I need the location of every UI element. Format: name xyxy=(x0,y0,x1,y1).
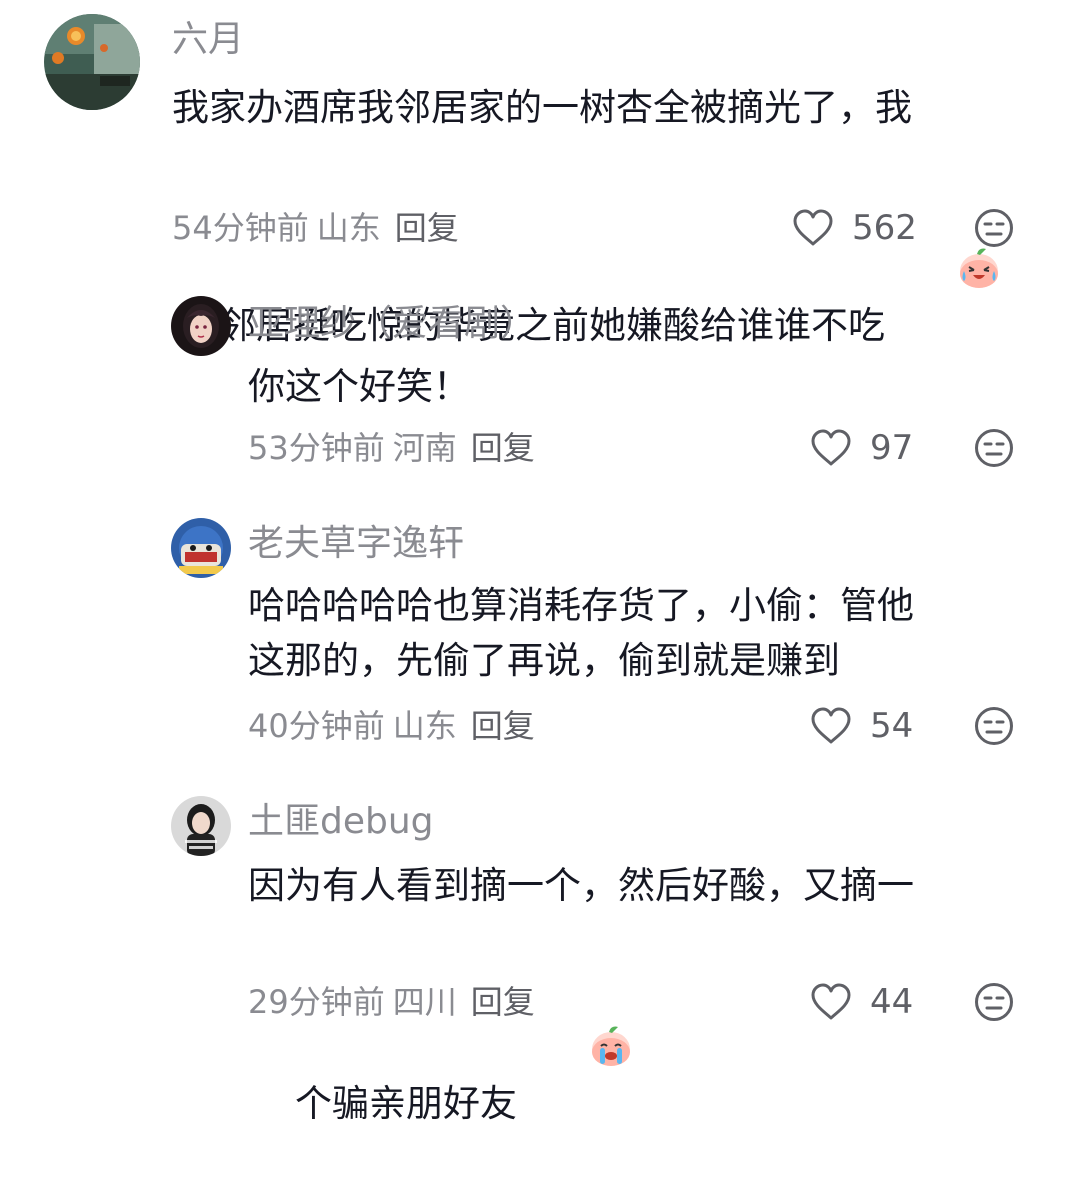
comment-username[interactable]: 六月 xyxy=(172,18,244,62)
heart-outline-icon xyxy=(811,983,851,1020)
comment-text-span: 个骗亲朋好友 xyxy=(295,1082,518,1125)
comment-text-line: 我家办酒席我邻居家的一树杏全被摘光了，我 xyxy=(172,86,912,129)
comment-meta: 53分钟前 河南 回复 xyxy=(248,428,535,468)
comment-item: 老夫草字逸轩 哈哈哈哈哈也算消耗存货了，小偷：管他 这那的，先偷了再说，偷到就是… xyxy=(0,490,1080,770)
heart-outline-icon xyxy=(811,707,851,744)
comment-text-line: 哈哈哈哈哈也算消耗存货了，小偷：管他 xyxy=(248,584,914,627)
heart-outline-icon xyxy=(811,429,851,466)
like-count: 97 xyxy=(870,428,914,468)
comment-item: 土匪debug 因为有人看到摘一个，然后好酸，又摘一 个骗亲朋好友 29分钟前四… xyxy=(0,770,1080,1125)
comment-text-line: 因为有人看到摘一个，然后好酸，又摘一 xyxy=(248,864,914,907)
comment-location: 河南 xyxy=(392,429,457,467)
comment-text-line: 这那的，先偷了再说，偷到就是赚到 xyxy=(248,639,840,682)
meh-face-icon xyxy=(975,983,1013,1021)
comment-location: 四川 xyxy=(392,983,457,1021)
comment-meta: 54分钟前 山东 回复 xyxy=(172,208,459,248)
comment-item: 亚理纱（爱看剧） 你这个好笑！ 53分钟前 河南 回复 97 xyxy=(0,270,1080,490)
comment-time: 40分钟前 xyxy=(248,707,385,745)
comment-time: 29分钟前 xyxy=(248,983,385,1021)
comment-location: 山东 xyxy=(392,707,457,745)
meh-face-icon xyxy=(975,707,1013,745)
reply-button[interactable]: 回复 xyxy=(471,707,535,745)
avatar[interactable] xyxy=(171,796,231,856)
comment-time: 54分钟前 xyxy=(172,209,309,247)
reply-button[interactable]: 回复 xyxy=(395,209,459,247)
like-count: 562 xyxy=(852,208,917,248)
reply-button[interactable]: 回复 xyxy=(471,429,535,467)
comment-username[interactable]: 老夫草字逸轩 xyxy=(248,522,464,566)
comment-time: 53分钟前 xyxy=(248,429,385,467)
comment-item: 六月 我家办酒席我邻居家的一树杏全被摘光了，我 邻居挺吃惊的毕竟之前她嫌酸给谁谁… xyxy=(0,0,1080,347)
comment-meta: 40分钟前 山东 回复 xyxy=(248,706,535,746)
dislike-button[interactable] xyxy=(974,428,1014,468)
avatar[interactable] xyxy=(171,296,231,356)
comment-username[interactable]: 土匪debug xyxy=(248,800,434,844)
meh-face-icon xyxy=(975,209,1013,247)
dislike-button[interactable] xyxy=(974,706,1014,746)
avatar[interactable] xyxy=(44,14,140,110)
like-count: 44 xyxy=(870,982,914,1022)
dislike-button[interactable] xyxy=(974,982,1014,1022)
like-button[interactable]: 54 xyxy=(810,704,913,748)
avatar[interactable] xyxy=(171,518,231,578)
meh-face-icon xyxy=(975,429,1013,467)
heart-outline-icon xyxy=(793,209,833,246)
like-button[interactable]: 44 xyxy=(810,980,913,1024)
comment-text-line: 个骗亲朋好友 xyxy=(248,913,630,1186)
comment-text-line: 你这个好笑！ xyxy=(248,365,470,408)
like-button[interactable]: 97 xyxy=(810,426,913,470)
like-button[interactable]: 562 xyxy=(792,206,917,250)
like-count: 54 xyxy=(870,706,914,746)
comment-location: 山东 xyxy=(316,209,381,247)
comment-username[interactable]: 亚理纱（爱看剧） xyxy=(248,302,536,346)
dislike-button[interactable] xyxy=(974,208,1014,248)
comment-meta: 29分钟前 四川 回复 xyxy=(248,982,535,1022)
reply-button[interactable]: 回复 xyxy=(471,983,535,1021)
